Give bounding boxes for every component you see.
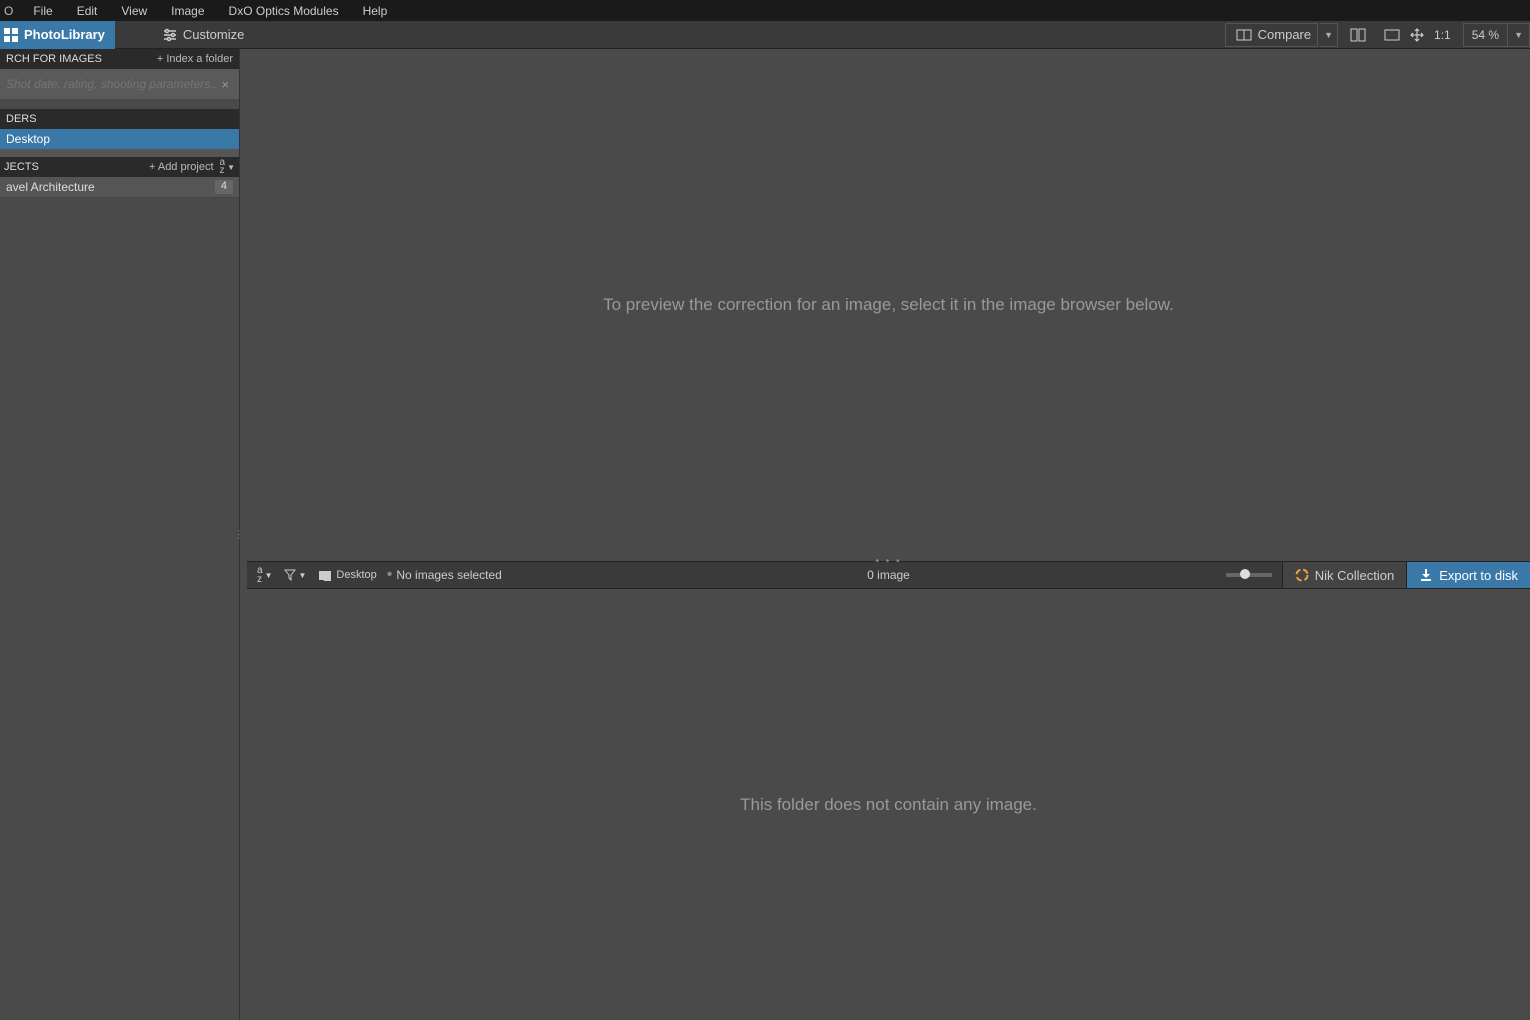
customize-tab[interactable]: Customize [151, 21, 256, 49]
search-section-header: RCH FOR IMAGES + Index a folder [0, 49, 239, 69]
photolibrary-tab[interactable]: PhotoLibrary [0, 21, 115, 49]
image-browser-pane: This folder does not contain any image. [247, 589, 1530, 1020]
folder-item-desktop[interactable]: Desktop [0, 129, 239, 149]
fit-button[interactable] [1380, 23, 1404, 47]
menu-help[interactable]: Help [351, 4, 400, 18]
compare-label: Compare [1258, 27, 1311, 42]
zoom-dropdown[interactable]: 54 % ▼ [1463, 23, 1530, 47]
project-name: avel Architecture [6, 180, 95, 194]
folders-section-header: DERS [0, 109, 239, 129]
grid-icon [4, 28, 18, 42]
projects-section-header: JECTS + Add project az▼ [0, 157, 239, 177]
export-icon [1419, 568, 1433, 582]
menu-optics-modules[interactable]: DxO Optics Modules [217, 4, 351, 18]
zoom-ratio-label[interactable]: 1:1 [1428, 28, 1457, 42]
folders-header-label: DERS [6, 113, 37, 125]
fit-icon [1384, 29, 1400, 41]
selection-status: No images selected [396, 568, 501, 582]
move-icon [1410, 28, 1424, 42]
projects-header-label: JECTS [4, 161, 149, 173]
side-by-side-icon [1350, 28, 1366, 42]
nik-icon [1295, 568, 1309, 582]
add-project-button[interactable]: + Add project [149, 161, 214, 173]
chevron-down-icon: ▼ [1508, 30, 1529, 40]
folder-icon [318, 570, 332, 581]
browser-resize-handle[interactable]: • • • [875, 556, 901, 567]
sidebar: RCH FOR IMAGES + Index a folder × DERS D… [0, 49, 240, 1020]
separator: • [383, 566, 397, 584]
compare-dropdown[interactable]: ▼ [1320, 23, 1338, 47]
clear-search-icon[interactable]: × [217, 77, 233, 92]
menu-bar: O File Edit View Image DxO Optics Module… [0, 0, 1530, 21]
sidebar-resize-handle[interactable]: ⋮ [234, 529, 243, 540]
customize-label: Customize [183, 27, 244, 42]
zoom-value: 54 % [1464, 24, 1508, 46]
search-header-label: RCH FOR IMAGES [6, 53, 102, 65]
search-input[interactable] [6, 77, 217, 91]
preview-empty-message: To preview the correction for an image, … [603, 295, 1174, 315]
browser-path: Desktop [312, 569, 382, 581]
chevron-down-icon: ▼ [1324, 30, 1333, 40]
projects-sort-button[interactable]: az▼ [220, 159, 235, 175]
index-folder-button[interactable]: + Index a folder [157, 53, 233, 65]
slider-knob[interactable] [1240, 569, 1250, 579]
image-count: 0 image [867, 568, 910, 582]
project-item[interactable]: avel Architecture 4 [0, 177, 239, 198]
filter-icon [284, 569, 296, 581]
browser-empty-message: This folder does not contain any image. [740, 795, 1037, 815]
toolbar-right: Compare ▼ 1:1 54 % ▼ [1223, 21, 1530, 49]
compare-button[interactable]: Compare [1225, 23, 1318, 47]
photolibrary-label: PhotoLibrary [24, 27, 105, 42]
nik-label: Nik Collection [1315, 568, 1394, 583]
move-button[interactable] [1406, 23, 1428, 47]
menu-edit[interactable]: Edit [65, 4, 110, 18]
menu-view[interactable]: View [109, 4, 159, 18]
project-count-badge: 4 [215, 180, 233, 194]
app-logo: O [4, 4, 13, 18]
preview-pane: To preview the correction for an image, … [247, 49, 1530, 561]
sliders-icon [163, 28, 177, 42]
compare-icon [1234, 29, 1254, 41]
search-box: × [0, 69, 239, 99]
image-browser-toolbar: • • • az▼ ▼ Desktop • No images selected… [247, 561, 1530, 589]
menu-image[interactable]: Image [159, 4, 216, 18]
menu-file[interactable]: File [21, 4, 64, 18]
browser-filter-button[interactable]: ▼ [278, 569, 312, 581]
side-by-side-button[interactable] [1346, 23, 1370, 47]
export-to-disk-button[interactable]: Export to disk [1406, 562, 1530, 588]
browser-sort-button[interactable]: az▼ [251, 566, 278, 584]
folders-list: Desktop [0, 129, 239, 157]
browser-path-label: Desktop [336, 569, 376, 581]
mode-toolbar: PhotoLibrary Customize Compare ▼ [0, 21, 1530, 49]
nik-collection-button[interactable]: Nik Collection [1282, 562, 1406, 588]
thumbnail-size-slider[interactable] [1226, 573, 1272, 577]
export-label: Export to disk [1439, 568, 1518, 583]
